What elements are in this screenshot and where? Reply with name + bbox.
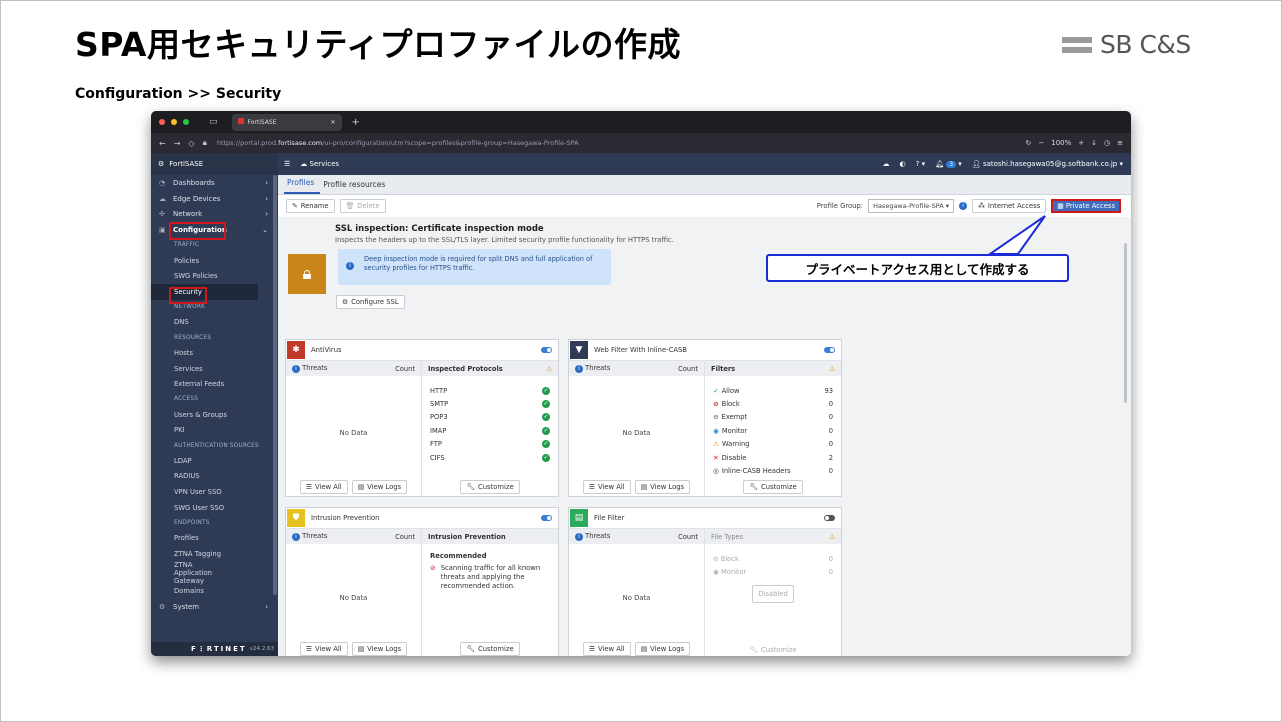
callout-pointer — [986, 215, 1046, 255]
callout-box: プライベートアクセス用として作成する — [766, 254, 1069, 282]
